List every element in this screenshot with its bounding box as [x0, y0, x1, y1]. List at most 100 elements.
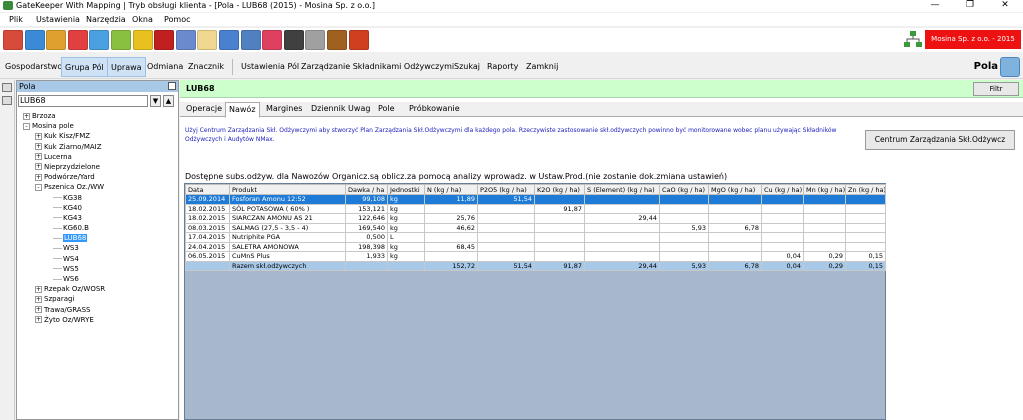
tree-item[interactable]: WS4	[17, 254, 178, 264]
tab-margines[interactable]: Margines	[263, 102, 305, 117]
nav-grupa-pol[interactable]: Grupa Pól	[61, 57, 108, 77]
table-row[interactable]: 18.02.2015 SIARCZAN AMONU AS 21 122,646 kg 2…	[185, 213, 886, 224]
field-search-input[interactable]: LUB68	[18, 95, 148, 107]
tree-item[interactable]: KG38	[17, 193, 178, 203]
tree-item[interactable]: WS5	[17, 264, 178, 274]
expand-icon[interactable]: +	[35, 153, 42, 161]
menu-pomoc[interactable]: Pomoc	[164, 13, 191, 26]
expand-icon[interactable]: +	[35, 132, 42, 140]
expand-icon[interactable]: +	[35, 316, 42, 324]
org-chart-icon[interactable]	[903, 30, 923, 49]
menu-narzedzia[interactable]: Narzędzia	[86, 13, 126, 26]
column-header[interactable]: Cu (kg / ha)	[761, 184, 804, 195]
home-icon[interactable]	[3, 30, 23, 50]
nav-znacznik[interactable]: Znacznik	[185, 57, 227, 77]
column-header[interactable]: MgO (kg / ha)	[708, 184, 762, 195]
tree-item[interactable]: + Trawa/GRASS	[17, 305, 178, 315]
nav-zamknij[interactable]: Zamknij	[523, 57, 561, 77]
house-check-icon[interactable]	[46, 30, 67, 50]
tree-item[interactable]: LUB68	[17, 233, 178, 243]
tree-item[interactable]: + Rzepak Oz/WOSR	[17, 284, 178, 294]
table-row[interactable]: 08.03.2015 SALMAG (27,5 - 3,5 - 4) 169,540…	[185, 222, 886, 233]
expand-icon[interactable]: +	[35, 173, 42, 181]
tree-item[interactable]: + Żyto Oz/WRYE	[17, 315, 178, 325]
nav-ustawienia-pol[interactable]: Ustawienia Pól	[238, 57, 302, 77]
search-globe-icon[interactable]	[1000, 57, 1020, 77]
tree-item[interactable]: - Mosina pole	[17, 121, 178, 131]
collapse-icon[interactable]: -	[35, 183, 42, 191]
table-row[interactable]: 17.04.2015 Nutriphite PGA 0,500 L	[185, 232, 886, 243]
column-header[interactable]: Dawka / ha	[345, 184, 388, 195]
tab-operacje[interactable]: Operacje	[183, 102, 225, 117]
table-row[interactable]: 24.04.2015 SALETRA AMONOWA 198,398 kg 68,45	[185, 241, 886, 252]
tree-item[interactable]: + Brzoza	[17, 111, 178, 121]
nutrient-center-button[interactable]: Centrum Zarządzania Skł.Odżywcz	[865, 130, 1015, 150]
column-header[interactable]: K2O (kg / ha)	[534, 184, 585, 195]
tree-item[interactable]: + Kuk Kisz/FMZ	[17, 131, 178, 141]
close-button[interactable]: ✕	[990, 0, 1020, 12]
minimize-button[interactable]: —	[920, 0, 950, 12]
chart-icon[interactable]	[262, 30, 283, 50]
clipboard-icon[interactable]	[240, 30, 261, 50]
panel-check-icon[interactable]	[168, 82, 176, 90]
nav-gospodarstwo[interactable]: Gospodarstwo	[2, 57, 65, 77]
tree-item[interactable]: KG43	[17, 213, 178, 223]
book-stack-icon[interactable]	[175, 30, 196, 50]
tree-item[interactable]: + Lucerna	[17, 152, 178, 162]
dropdown-down-icon[interactable]: ▼	[150, 95, 161, 107]
red-box-icon[interactable]	[154, 30, 175, 50]
maximize-button[interactable]: ❐	[955, 0, 985, 12]
nav-uprawa[interactable]: Uprawa	[107, 57, 146, 77]
tab-probkowanie[interactable]: Próbkowanie	[406, 102, 463, 117]
tab-nawoz[interactable]: Nawóz	[225, 102, 260, 118]
tree-item[interactable]: + Podwórze/Yard	[17, 172, 178, 182]
menu-plik[interactable]: Plik	[9, 13, 23, 26]
column-header[interactable]: S (Element) (kg / ha)	[584, 184, 660, 195]
tree-item[interactable]: KG60.B	[17, 223, 178, 233]
column-header[interactable]: Mn (kg / ha)	[803, 184, 846, 195]
table-row[interactable]: 25.09.2014 Fosforan Amonu 12:52 99,108 kg 11…	[185, 194, 886, 205]
tree-item[interactable]: + Kuk Ziarno/MAIZ	[17, 142, 178, 152]
collapse-icon[interactable]: -	[23, 122, 30, 130]
tree-item[interactable]: + Szparagi	[17, 294, 178, 304]
column-header[interactable]: N (kg / ha)	[424, 184, 478, 195]
dock-tree-icon[interactable]	[2, 83, 12, 92]
magnifier-icon[interactable]	[89, 30, 110, 50]
tab-dziennik-uwag[interactable]: Dziennik Uwag	[308, 102, 373, 117]
tree-item[interactable]: WS6	[17, 274, 178, 284]
nav-zarzadzanie-skladnikami[interactable]: Zarządzanie Składnikami Odżywczymi	[298, 57, 457, 77]
filter-button[interactable]: Filtr	[973, 82, 1019, 96]
expand-icon[interactable]: +	[35, 163, 42, 171]
tree-item[interactable]: - Pszenica Oz./WW	[17, 182, 178, 192]
printer-icon[interactable]	[283, 30, 304, 50]
note-yellow-icon[interactable]	[132, 30, 153, 50]
refresh-icon[interactable]	[348, 30, 369, 50]
expand-icon[interactable]: +	[35, 285, 42, 293]
tree-item[interactable]: WS3	[17, 243, 178, 253]
column-header[interactable]: Produkt	[229, 184, 346, 195]
nav-raporty[interactable]: Raporty	[484, 57, 521, 77]
table-row[interactable]: 06.05.2015 CuMnS Plus 1,933 kg 0,04 0,29 0,15	[185, 251, 886, 262]
dock-window-icon[interactable]	[2, 96, 12, 105]
menu-okna[interactable]: Okna	[132, 13, 153, 26]
expand-icon[interactable]: +	[23, 112, 30, 120]
house-green-icon[interactable]	[67, 30, 88, 50]
nav-szukaj[interactable]: Szukaj	[451, 57, 483, 77]
note-green-icon[interactable]	[111, 30, 131, 50]
tab-pole[interactable]: Pole	[375, 102, 398, 117]
expand-icon[interactable]: +	[35, 295, 42, 303]
nav-odmiana[interactable]: Odmiana	[144, 57, 186, 77]
column-header[interactable]: Zn (kg / ha)	[845, 184, 886, 195]
calculator-icon[interactable]	[305, 30, 326, 50]
menu-ustawienia[interactable]: Ustawienia	[36, 13, 80, 26]
tree-item[interactable]: + Nieprzydzielone	[17, 162, 178, 172]
expand-icon[interactable]: +	[35, 143, 42, 151]
column-header[interactable]: Data	[185, 184, 230, 195]
column-header[interactable]: CaO (kg / ha)	[659, 184, 709, 195]
envelope-icon[interactable]	[197, 30, 218, 50]
column-header[interactable]: Jednostki	[387, 184, 425, 195]
globe-arrow-icon[interactable]	[24, 30, 45, 50]
expand-icon[interactable]: +	[35, 306, 42, 314]
globe-paper-icon[interactable]	[219, 30, 239, 50]
table-row[interactable]: 18.02.2015 SÓL POTASOWA ( 60% ) 153,121 kg 9…	[185, 203, 886, 214]
